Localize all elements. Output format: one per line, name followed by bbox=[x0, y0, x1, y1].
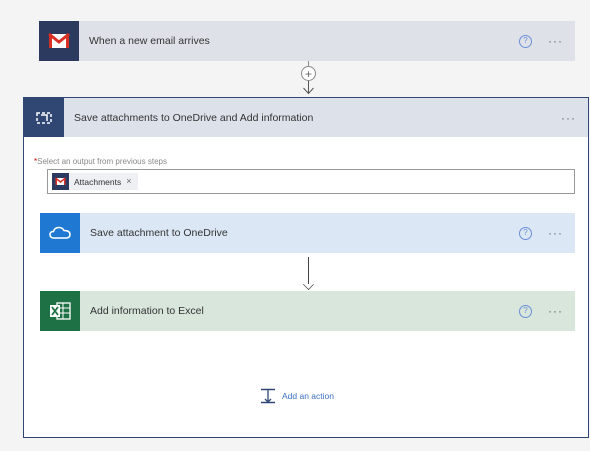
more-options-icon[interactable]: ··· bbox=[548, 35, 563, 47]
down-arrow-icon bbox=[303, 279, 314, 290]
mail-icon bbox=[39, 21, 79, 61]
more-options-icon[interactable]: ··· bbox=[548, 227, 563, 239]
help-icon[interactable]: ? bbox=[519, 226, 532, 240]
field-label: *Select an output from previous steps bbox=[34, 157, 167, 166]
add-action-icon bbox=[261, 388, 275, 404]
action-card-onedrive[interactable]: Save attachment to OneDrive ? ··· bbox=[40, 213, 575, 253]
scope-title: Save attachments to OneDrive and Add inf… bbox=[74, 111, 314, 124]
remove-token-icon[interactable]: × bbox=[126, 177, 131, 186]
help-icon[interactable]: ? bbox=[519, 304, 532, 318]
field-label-text: Select an output from previous steps bbox=[37, 157, 167, 166]
onedrive-icon bbox=[40, 213, 80, 253]
trigger-card[interactable]: When a new email arrives ? ··· bbox=[39, 21, 575, 61]
scope-header[interactable]: Save attachments to OneDrive and Add inf… bbox=[24, 98, 588, 137]
mail-icon bbox=[52, 173, 69, 190]
scope-card: Save attachments to OneDrive and Add inf… bbox=[23, 97, 589, 438]
more-options-icon[interactable]: ··· bbox=[548, 305, 563, 317]
action-card-excel[interactable]: Add information to Excel ? ··· bbox=[40, 291, 575, 331]
trigger-title: When a new email arrives bbox=[89, 35, 210, 47]
action-title: Add information to Excel bbox=[90, 305, 204, 317]
action-title: Save attachment to OneDrive bbox=[90, 227, 228, 239]
add-action-label: Add an action bbox=[282, 391, 334, 401]
add-action-button[interactable]: Add an action bbox=[260, 388, 334, 404]
help-icon[interactable]: ? bbox=[519, 34, 532, 48]
scope-icon bbox=[24, 98, 64, 137]
excel-icon bbox=[40, 291, 80, 331]
attachments-token[interactable]: Attachments × bbox=[52, 173, 138, 190]
insert-step-button[interactable]: + bbox=[301, 66, 316, 81]
output-selector-input[interactable]: Attachments × bbox=[47, 169, 575, 194]
down-arrow-icon bbox=[303, 81, 314, 95]
more-options-icon[interactable]: ··· bbox=[561, 112, 576, 124]
token-label: Attachments bbox=[74, 176, 122, 187]
